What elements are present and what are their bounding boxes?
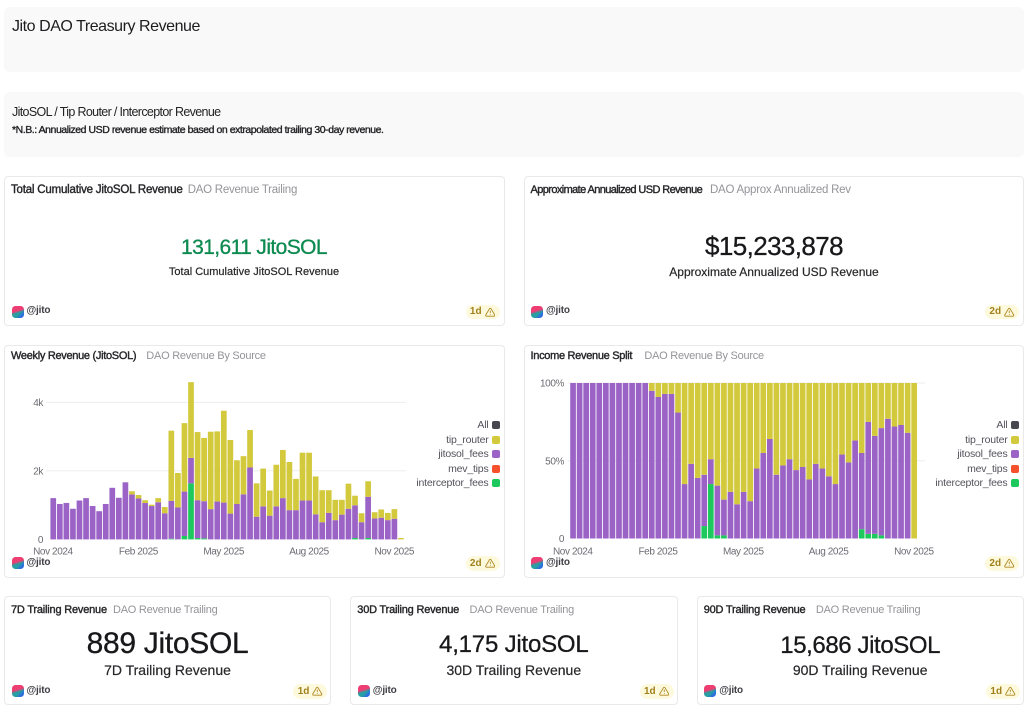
svg-text:Nov 2025: Nov 2025: [374, 546, 414, 557]
svg-text:Nov 2024: Nov 2024: [33, 546, 73, 557]
svg-text:4k: 4k: [33, 398, 44, 409]
svg-text:Aug 2025: Aug 2025: [809, 546, 849, 557]
svg-text:May 2025: May 2025: [723, 546, 765, 557]
svg-text:0: 0: [38, 535, 44, 546]
svg-text:0: 0: [559, 534, 565, 545]
svg-text:Nov 2025: Nov 2025: [894, 546, 934, 557]
svg-text:50%: 50%: [545, 456, 564, 467]
svg-text:100%: 100%: [540, 379, 564, 390]
svg-text:Feb 2025: Feb 2025: [119, 546, 159, 557]
svg-text:Feb 2025: Feb 2025: [638, 546, 678, 557]
svg-text:May 2025: May 2025: [203, 546, 245, 557]
svg-text:2k: 2k: [33, 467, 44, 478]
svg-text:Aug 2025: Aug 2025: [289, 546, 329, 557]
svg-text:Nov 2024: Nov 2024: [553, 546, 593, 557]
